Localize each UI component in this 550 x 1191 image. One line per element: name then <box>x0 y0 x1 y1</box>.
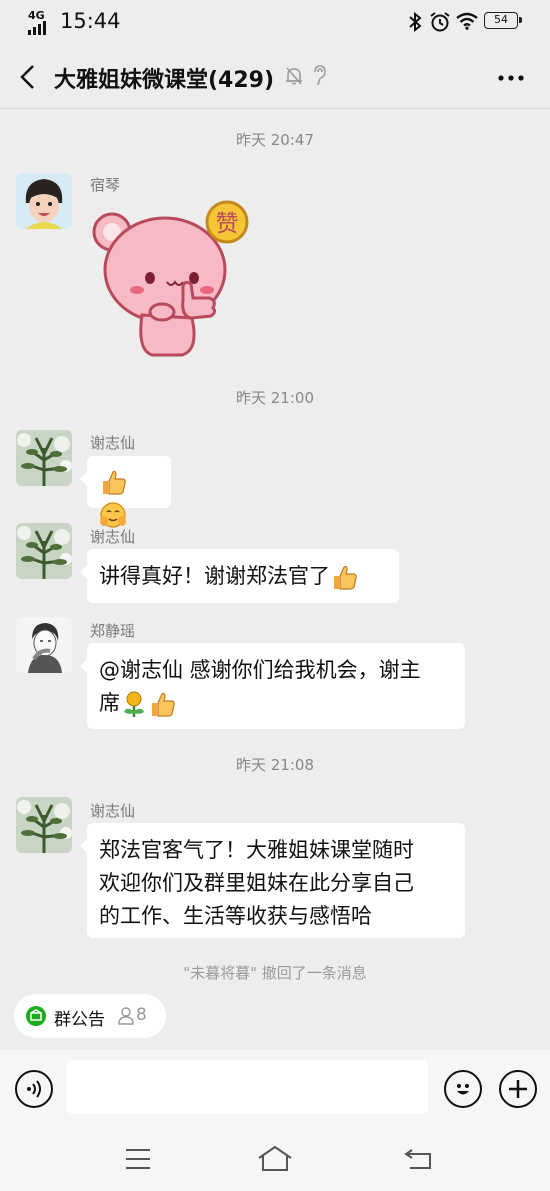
home-icon[interactable] <box>257 1144 293 1172</box>
chat-title: 大雅姐妹微课堂(429) <box>54 68 275 93</box>
sender-name: 郑静瑶 <box>90 622 136 640</box>
member-count: 8 <box>136 1005 147 1025</box>
plus-icon <box>509 1080 527 1098</box>
message-text-line: @谢志仙 感谢你们给我机会，谢主 <box>99 658 421 682</box>
sender-name: 谢志仙 <box>90 528 136 546</box>
hug-emoji-icon <box>100 502 126 528</box>
input-bar <box>0 1050 550 1128</box>
message-bubble[interactable]: @谢志仙 感谢你们给我机会，谢主 席 <box>80 643 465 729</box>
smiley-icon <box>457 1084 469 1095</box>
alarm-icon <box>430 12 450 32</box>
message-timestamp: 昨天 20:47 <box>236 131 314 149</box>
bluetooth-icon <box>409 12 422 32</box>
message-text: 讲得真好！谢谢郑法官了 <box>99 564 330 588</box>
sender-name: 宿琴 <box>90 176 121 194</box>
earpiece-icon <box>314 65 326 85</box>
message-bubble[interactable]: 郑法官客气了！大雅姐妹课堂随时 欢迎你们及群里姐妹在此分享自己 的工作、生活等收… <box>80 823 465 938</box>
thumbs-up-emoji-icon <box>103 470 126 495</box>
message-text-line: 欢迎你们及群里姐妹在此分享自己 <box>99 871 414 895</box>
message-text-line: 的工作、生活等收获与感悟哈 <box>99 904 372 928</box>
chat-header: 大雅姐妹微课堂(429) <box>0 44 550 109</box>
sticker-message[interactable]: 赞 <box>87 200 257 365</box>
emoji-button[interactable] <box>444 1070 482 1108</box>
notice-icon <box>26 1006 46 1026</box>
sticker-badge-text: 赞 <box>216 211 239 237</box>
thumbs-up-emoji-icon <box>334 565 357 590</box>
system-nav-bar <box>0 1128 550 1191</box>
recall-notice: "未暮将暮" 撤回了一条消息 <box>183 964 367 982</box>
message-timestamp: 昨天 21:00 <box>236 389 314 407</box>
notice-label: 群公告 <box>54 1010 105 1030</box>
sketch-portrait-avatar <box>16 617 72 673</box>
avatar[interactable] <box>16 617 72 673</box>
message-bubble[interactable] <box>80 456 171 528</box>
back-nav-icon[interactable] <box>404 1146 434 1170</box>
more-options-icon[interactable] <box>498 74 524 82</box>
status-time: 15:44 <box>60 9 121 33</box>
status-bar: 4G 15:44 54 <box>0 0 550 44</box>
signal-icon <box>28 21 46 35</box>
avatar[interactable] <box>16 430 72 486</box>
rose-emoji-icon <box>124 691 144 717</box>
message-timestamp: 昨天 21:08 <box>236 756 314 774</box>
flower-photo-avatar <box>16 430 72 486</box>
wifi-icon <box>456 12 478 30</box>
pink-bear-thumbs-up-sticker: 赞 <box>92 200 249 357</box>
sender-name: 谢志仙 <box>90 434 136 452</box>
flower-photo-avatar <box>16 797 72 853</box>
back-arrow-icon[interactable] <box>18 64 38 90</box>
sender-name: 谢志仙 <box>90 802 136 820</box>
child-photo-avatar <box>16 173 72 229</box>
avatar[interactable] <box>16 523 72 579</box>
message-bubble[interactable]: 讲得真好！谢谢郑法官了 <box>80 549 399 603</box>
flower-photo-avatar <box>16 523 72 579</box>
thumbs-up-emoji-icon <box>152 692 175 717</box>
message-text-line: 席 <box>99 691 120 715</box>
menu-icon[interactable] <box>124 1147 152 1171</box>
avatar[interactable] <box>16 797 72 853</box>
voice-icon <box>27 1080 41 1098</box>
avatar[interactable] <box>16 173 72 229</box>
mute-bell-icon <box>286 67 302 85</box>
battery-indicator: 54 <box>484 12 522 29</box>
members-icon <box>118 1007 134 1025</box>
more-actions-button[interactable] <box>499 1070 537 1108</box>
message-input[interactable] <box>67 1060 428 1114</box>
voice-button[interactable] <box>15 1070 53 1108</box>
message-text-line: 郑法官客气了！大雅姐妹课堂随时 <box>99 838 414 862</box>
group-notice-button[interactable]: 群公告 8 <box>14 994 166 1038</box>
network-indicator: 4G <box>28 10 50 35</box>
